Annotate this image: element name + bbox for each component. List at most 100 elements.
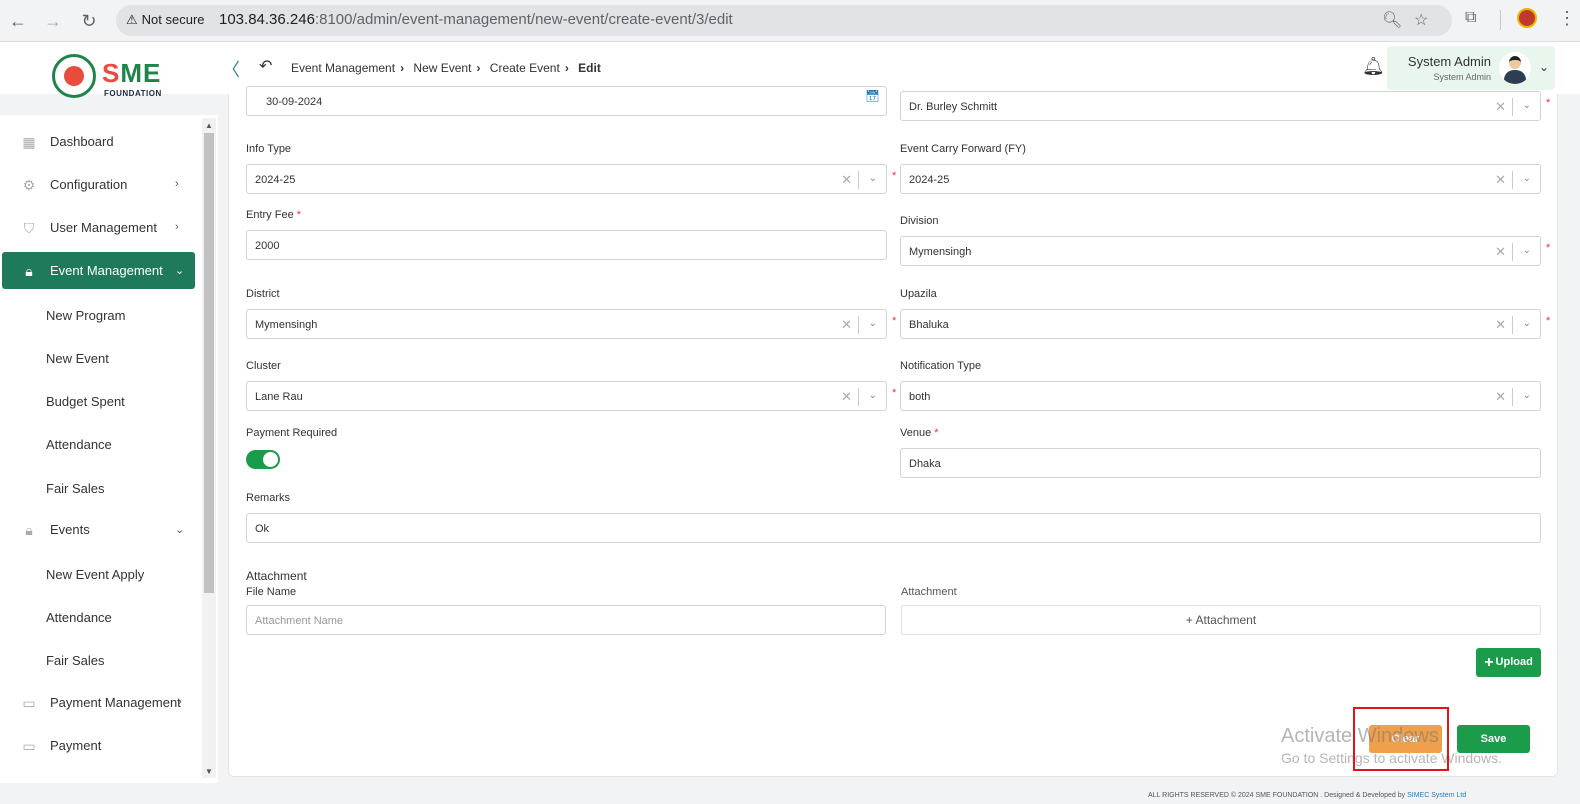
avatar bbox=[1499, 52, 1531, 84]
sidebar-item-events-fair-sales[interactable]: Fair Sales bbox=[46, 653, 105, 668]
chevron-down-icon: ⌄ bbox=[1522, 245, 1531, 256]
security-indicator[interactable]: ⚠ Not secure bbox=[126, 12, 205, 28]
clear-x-icon[interactable]: ✕ bbox=[1495, 99, 1506, 115]
calendar-icon[interactable]: 📅︎ bbox=[865, 89, 880, 103]
division-label: Division bbox=[900, 215, 939, 227]
add-attachment-button[interactable]: + Attachment bbox=[901, 605, 1541, 635]
district-select[interactable]: Mymensingh ✕ ⌄ bbox=[246, 309, 887, 339]
clear-x-icon[interactable]: ✕ bbox=[1495, 389, 1506, 405]
notification-type-label: Notification Type bbox=[900, 360, 982, 372]
address-bar[interactable]: ⚠ Not secure 103.84.36.246:8100/admin/eve… bbox=[116, 5, 1452, 36]
reload-icon[interactable]: ↻ bbox=[77, 9, 101, 33]
remarks-input[interactable]: Ok bbox=[246, 513, 1541, 543]
notification-bell-icon[interactable]: 🔔︎ bbox=[1362, 56, 1385, 77]
chevron-down-icon: ⌄ bbox=[1522, 173, 1531, 184]
toggle-knob bbox=[263, 452, 278, 467]
file-name-input[interactable]: Attachment Name bbox=[246, 605, 886, 635]
chevron-down-icon: ⌄ bbox=[1522, 100, 1531, 111]
carry-forward-select[interactable]: 2024-25 ✕ ⌄ bbox=[900, 164, 1541, 194]
sidebar-collapse-icon[interactable]: 〈 bbox=[222, 56, 240, 82]
forward-arrow-icon[interactable]: → bbox=[41, 9, 65, 33]
url-text[interactable]: 103.84.36.246:8100/admin/event-managemen… bbox=[219, 11, 733, 28]
sidebar-item-events-attendance[interactable]: Attendance bbox=[46, 610, 112, 625]
cluster-select[interactable]: Lane Rau ✕ ⌄ bbox=[246, 381, 887, 411]
event-form-card: 30-09-2024 📅︎ Dr. Burley Schmitt ✕ ⌄ * In… bbox=[228, 86, 1558, 777]
extensions-icon[interactable]: ⧉ bbox=[1465, 9, 1476, 27]
clear-x-icon[interactable]: ✕ bbox=[841, 317, 852, 333]
bookmark-star-icon[interactable]: ☆ bbox=[1414, 10, 1428, 30]
scrollbar-thumb[interactable] bbox=[204, 133, 214, 593]
settings-icon: ⚙ bbox=[22, 177, 36, 193]
more-menu-icon[interactable]: ⋮ bbox=[1558, 8, 1576, 29]
sidebar-item-event-management[interactable]: 🔒︎ Event Management ⌄ bbox=[2, 252, 195, 289]
browser-toolbar: ← → ↻ ⚠ Not secure 103.84.36.246:8100/adm… bbox=[0, 0, 1580, 42]
breadcrumb-item[interactable]: Create Event bbox=[490, 61, 560, 75]
chevron-right-icon: › bbox=[178, 696, 182, 708]
undo-back-icon[interactable]: ↶ bbox=[259, 56, 272, 76]
upazila-select[interactable]: Bhaluka ✕ ⌄ bbox=[900, 309, 1541, 339]
division-select[interactable]: Mymensingh ✕ ⌄ bbox=[900, 236, 1541, 266]
top-right-select[interactable]: Dr. Burley Schmitt ✕ ⌄ bbox=[900, 91, 1541, 121]
zoom-icon[interactable]: 🔍︎ bbox=[1382, 10, 1402, 30]
required-mark: * bbox=[892, 387, 897, 399]
sidebar-item-payment-management[interactable]: ▭ Payment Management › bbox=[2, 684, 195, 721]
event-date-input[interactable]: 30-09-2024 📅︎ bbox=[246, 86, 887, 116]
chevron-right-icon: › bbox=[564, 61, 569, 75]
shield-user-icon: ⛉ bbox=[23, 220, 35, 236]
carry-forward-label: Event Carry Forward (FY) bbox=[900, 143, 1026, 155]
payment-card-icon: ▭ bbox=[22, 695, 36, 711]
upload-button[interactable]: + Upload bbox=[1476, 648, 1541, 677]
chevron-down-icon: ⌄ bbox=[868, 318, 877, 329]
sidebar-item-fair-sales[interactable]: Fair Sales bbox=[46, 481, 105, 496]
entry-fee-label: Entry Fee * bbox=[246, 209, 302, 221]
sme-foundation-logo[interactable]: SME FOUNDATION bbox=[52, 54, 167, 102]
lock-icon: 🔒︎ bbox=[25, 522, 33, 538]
breadcrumb: Event Management › New Event › Create Even… bbox=[291, 61, 601, 75]
user-role: System Admin bbox=[1433, 72, 1491, 82]
highlight-box bbox=[1353, 707, 1449, 771]
sidebar-item-dashboard[interactable]: ▦ Dashboard bbox=[2, 123, 195, 160]
chevron-down-icon: ⌄ bbox=[1522, 390, 1531, 401]
notification-type-select[interactable]: both ✕ ⌄ bbox=[900, 381, 1541, 411]
clear-x-icon[interactable]: ✕ bbox=[1495, 317, 1506, 333]
sidebar-scrollbar[interactable]: ▲ ▼ bbox=[202, 118, 216, 778]
payment-card-icon: ▭ bbox=[22, 738, 36, 754]
sidebar-item-budget-spent[interactable]: Budget Spent bbox=[46, 394, 125, 409]
sidebar-item-payment[interactable]: ▭ Payment bbox=[2, 727, 195, 764]
scroll-down-icon[interactable]: ▼ bbox=[205, 767, 213, 776]
breadcrumb-item[interactable]: Event Management bbox=[291, 61, 395, 75]
venue-label: Venue * bbox=[900, 427, 939, 439]
venue-input[interactable]: Dhaka bbox=[900, 448, 1541, 478]
clear-x-icon[interactable]: ✕ bbox=[1495, 244, 1506, 260]
required-mark: * bbox=[1546, 242, 1551, 254]
chevron-down-icon: ⌄ bbox=[1522, 318, 1531, 329]
info-type-select[interactable]: 2024-25 ✕ ⌄ bbox=[246, 164, 887, 194]
entry-fee-input[interactable]: 2000 bbox=[246, 230, 887, 260]
sidebar-item-new-program[interactable]: New Program bbox=[46, 308, 125, 323]
sidebar-item-new-event[interactable]: New Event bbox=[46, 351, 109, 366]
sidebar-item-attendance[interactable]: Attendance bbox=[46, 437, 112, 452]
payment-required-toggle[interactable] bbox=[246, 450, 280, 469]
user-menu[interactable]: System Admin System Admin ⌄ bbox=[1387, 46, 1555, 90]
attachment-label: Attachment bbox=[901, 586, 957, 598]
sidebar-item-configuration[interactable]: ⚙ Configuration › bbox=[2, 166, 195, 203]
chevron-down-icon: ⌄ bbox=[868, 390, 877, 401]
chevron-right-icon: › bbox=[400, 61, 405, 75]
back-arrow-icon[interactable]: ← bbox=[6, 9, 30, 33]
clear-x-icon[interactable]: ✕ bbox=[841, 172, 852, 188]
clear-x-icon[interactable]: ✕ bbox=[1495, 172, 1506, 188]
sidebar-item-user-management[interactable]: ⛉ User Management › bbox=[2, 209, 195, 246]
logo-subtitle: FOUNDATION bbox=[104, 89, 162, 98]
file-name-label: File Name bbox=[246, 586, 297, 598]
profile-avatar[interactable] bbox=[1517, 8, 1537, 28]
clear-x-icon[interactable]: ✕ bbox=[841, 389, 852, 405]
sidebar-item-new-event-apply[interactable]: New Event Apply bbox=[46, 567, 144, 582]
district-label: District bbox=[246, 288, 280, 300]
attachment-section-title: Attachment bbox=[246, 569, 307, 583]
scroll-up-icon[interactable]: ▲ bbox=[205, 121, 213, 130]
warning-icon: ⚠ bbox=[126, 12, 138, 27]
payment-required-label: Payment Required bbox=[246, 427, 338, 439]
breadcrumb-item[interactable]: New Event bbox=[413, 61, 471, 75]
required-mark: * bbox=[892, 170, 897, 182]
sidebar-item-events[interactable]: 🔒︎ Events ⌄ bbox=[2, 511, 195, 548]
